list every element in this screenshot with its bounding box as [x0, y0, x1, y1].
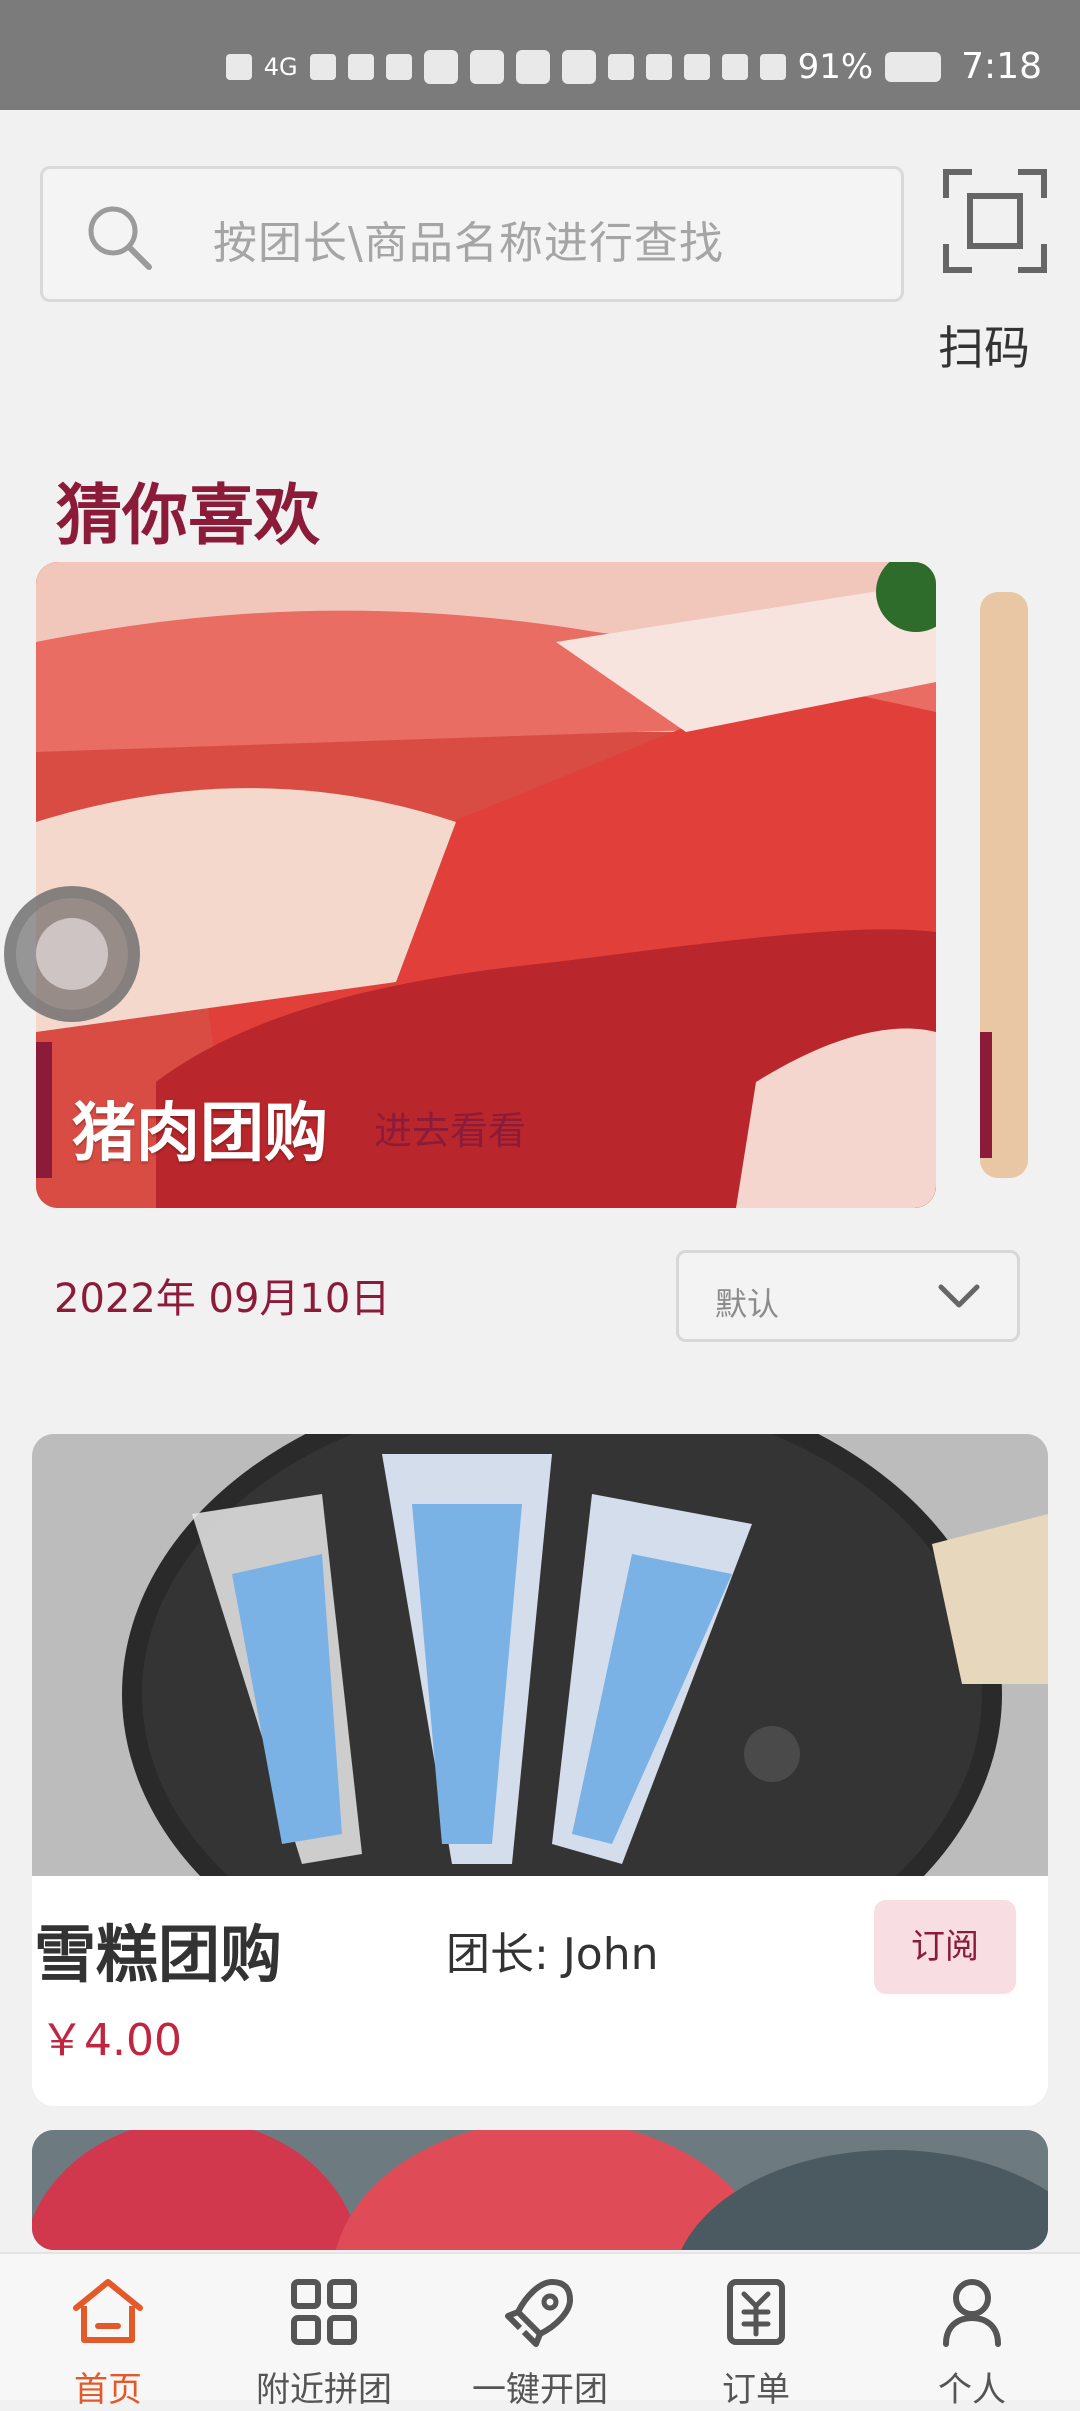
- hd-icon: [225, 53, 252, 80]
- banner-peek[interactable]: [980, 592, 1028, 1178]
- search-placeholder: 按团长\商品名称进行查找: [213, 218, 724, 269]
- item-price: ￥4.00: [40, 2015, 182, 2066]
- list-item[interactable]: 雪糕团购 团长: John ￥4.00 订阅: [32, 1434, 1048, 2106]
- tab-open-group-label: 一键开团: [472, 2370, 608, 2410]
- app-icon-4: [561, 49, 596, 84]
- banner-link[interactable]: 进去看看: [374, 1100, 526, 1155]
- clock: 7:18: [961, 46, 1042, 87]
- scan-icon: [943, 169, 1047, 273]
- tab-profile[interactable]: 个人: [872, 2272, 1072, 2410]
- status-icons: 4G 91% 7:18: [225, 46, 1042, 87]
- tab-open-group[interactable]: 一键开团: [440, 2272, 640, 2410]
- tab-nearby[interactable]: 附近拼团: [224, 2272, 424, 2410]
- product-image-peek: [32, 2130, 1048, 2250]
- person-icon: [943, 2279, 1001, 2347]
- mute-icon: [759, 53, 786, 80]
- camera-icon: [385, 53, 412, 80]
- floating-assist-button[interactable]: [4, 886, 140, 1022]
- rocket-icon: [505, 2279, 573, 2347]
- recommend-banner[interactable]: 猪肉团购 进去看看: [36, 562, 936, 1208]
- alarm-icon: [683, 53, 710, 80]
- bluetooth-icon: [721, 53, 748, 80]
- banner-accent-bar: [36, 1042, 52, 1178]
- nfc-icon: [645, 53, 672, 80]
- tab-nearby-label: 附近拼团: [256, 2370, 392, 2410]
- bottom-tabbar: 首页 附近拼团 一键开团 订单 个人: [0, 2252, 1080, 2410]
- app-icon-1: [423, 49, 458, 84]
- item-title: 雪糕团购: [34, 1918, 283, 1991]
- banner-title: 猪肉团购: [72, 1097, 328, 1171]
- tab-profile-label: 个人: [938, 2370, 1006, 2410]
- order-icon: [727, 2279, 785, 2345]
- sort-selected-value: 默认: [715, 1285, 780, 1323]
- network-label: 4G: [263, 52, 298, 81]
- status-bar: 4G 91% 7:18: [0, 0, 1080, 110]
- scan-button[interactable]: 扫码: [938, 166, 1050, 376]
- product-image: [32, 1434, 1048, 1876]
- wifi-icon: [347, 53, 374, 80]
- banner-peek-accent-bar: [980, 1032, 992, 1158]
- chevron-down-icon: [938, 1284, 980, 1308]
- item-leader-label: 团长:: [446, 1929, 549, 1980]
- tab-orders-label: 订单: [722, 2370, 790, 2410]
- scan-label: 扫码: [938, 321, 1030, 375]
- app-icon-3: [515, 49, 550, 84]
- tab-home-label: 首页: [74, 2370, 142, 2410]
- item-leader-name: John: [562, 1929, 659, 1980]
- sort-dropdown[interactable]: 默认: [676, 1250, 1020, 1342]
- battery-icon: [885, 51, 942, 82]
- home-icon: [73, 2279, 143, 2343]
- floating-assist-inner: [36, 918, 108, 990]
- battery-percent: 91%: [797, 46, 874, 87]
- subscribe-button[interactable]: 订阅: [874, 1900, 1016, 1994]
- search-bar[interactable]: 按团长\商品名称进行查找: [40, 166, 904, 302]
- list-item-peek[interactable]: [32, 2130, 1048, 2250]
- grid-icon: [291, 2279, 357, 2345]
- tab-home[interactable]: 首页: [8, 2272, 208, 2410]
- search-icon: [88, 206, 152, 270]
- tab-orders[interactable]: 订单: [656, 2272, 856, 2410]
- signal-icon: [309, 53, 336, 80]
- eye-icon: [607, 53, 634, 80]
- app-icon-2: [469, 49, 504, 84]
- section-title: 猜你喜欢: [56, 477, 320, 554]
- item-leader: 团长: John: [446, 1918, 659, 1982]
- date-label: 2022年 09月10日: [54, 1276, 391, 1322]
